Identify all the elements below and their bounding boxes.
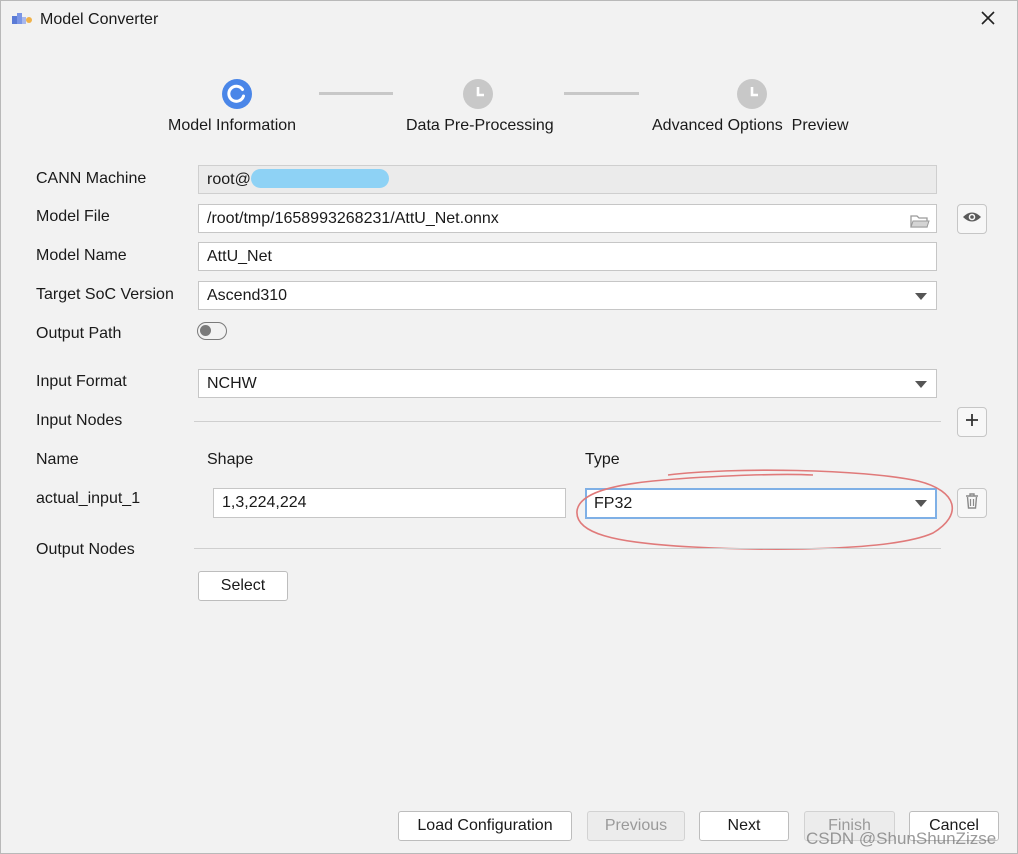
target-soc-version-label: Target SoC Version bbox=[36, 286, 174, 303]
chevron-down-icon bbox=[915, 293, 927, 300]
model-name-label: Model Name bbox=[36, 247, 127, 264]
plus-icon bbox=[965, 413, 979, 432]
step-connector-2 bbox=[564, 92, 639, 95]
next-button[interactable]: Next bbox=[699, 811, 789, 841]
add-input-node-button[interactable] bbox=[957, 407, 987, 437]
folder-icon[interactable] bbox=[910, 211, 930, 232]
toggle-knob bbox=[200, 325, 211, 336]
model-file-input[interactable]: /root/tmp/1658993268231/AttU_Net.onnx bbox=[198, 204, 937, 233]
step-connector-1 bbox=[319, 92, 393, 95]
view-model-button[interactable] bbox=[957, 204, 987, 234]
step-data-preprocessing-indicator bbox=[463, 79, 493, 109]
column-name-header: Name bbox=[36, 451, 79, 468]
redacted-host-mask bbox=[251, 169, 389, 188]
step-advanced-options-indicator bbox=[737, 79, 767, 109]
model-name-input[interactable]: AttU_Net bbox=[198, 242, 937, 271]
output-path-label: Output Path bbox=[36, 325, 122, 342]
highlight-annotation bbox=[576, 469, 954, 550]
output-nodes-label: Output Nodes bbox=[36, 541, 135, 558]
model-file-value: /root/tmp/1658993268231/AttU_Net.onnx bbox=[207, 210, 499, 227]
step-label-advanced-options-preview: Advanced Options Preview bbox=[652, 117, 849, 134]
title-bar: Model Converter bbox=[1, 1, 1017, 39]
input-node-shape-input[interactable]: 1,3,224,224 bbox=[213, 488, 566, 518]
close-button[interactable] bbox=[973, 7, 1003, 33]
load-configuration-button[interactable]: Load Configuration bbox=[398, 811, 572, 841]
model-file-label: Model File bbox=[36, 208, 110, 225]
step-label-data-preprocessing: Data Pre-Processing bbox=[406, 117, 554, 134]
model-name-value: AttU_Net bbox=[207, 248, 272, 265]
target-soc-version-value: Ascend310 bbox=[207, 287, 288, 304]
input-format-label: Input Format bbox=[36, 373, 127, 390]
column-shape-header: Shape bbox=[207, 451, 254, 468]
app-cloud-icon bbox=[11, 12, 33, 26]
window-title: Model Converter bbox=[40, 11, 159, 28]
close-icon bbox=[981, 10, 995, 30]
watermark: CSDN @ShunShunZizse bbox=[806, 829, 997, 848]
model-converter-dialog: Model Converter Model Information Data P… bbox=[0, 0, 1018, 854]
select-output-nodes-button[interactable]: Select bbox=[198, 571, 288, 601]
input-nodes-label: Input Nodes bbox=[36, 412, 123, 429]
input-node-name: actual_input_1 bbox=[36, 490, 141, 507]
input-nodes-divider bbox=[194, 421, 941, 422]
delete-input-node-button[interactable] bbox=[957, 488, 987, 518]
chevron-down-icon bbox=[915, 381, 927, 388]
step-label-model-information: Model Information bbox=[168, 117, 297, 134]
cann-machine-value: root@ bbox=[207, 171, 251, 188]
input-format-select[interactable]: NCHW bbox=[198, 369, 937, 398]
previous-button[interactable]: Previous bbox=[587, 811, 685, 841]
cann-machine-label: CANN Machine bbox=[36, 170, 147, 187]
output-path-toggle[interactable] bbox=[197, 322, 227, 340]
trash-icon bbox=[965, 492, 979, 514]
input-format-value: NCHW bbox=[207, 375, 257, 392]
step-model-information-indicator bbox=[222, 79, 252, 109]
input-node-shape-value: 1,3,224,224 bbox=[222, 494, 307, 511]
target-soc-version-select[interactable]: Ascend310 bbox=[198, 281, 937, 310]
output-nodes-divider bbox=[194, 548, 941, 549]
eye-icon bbox=[962, 210, 982, 229]
